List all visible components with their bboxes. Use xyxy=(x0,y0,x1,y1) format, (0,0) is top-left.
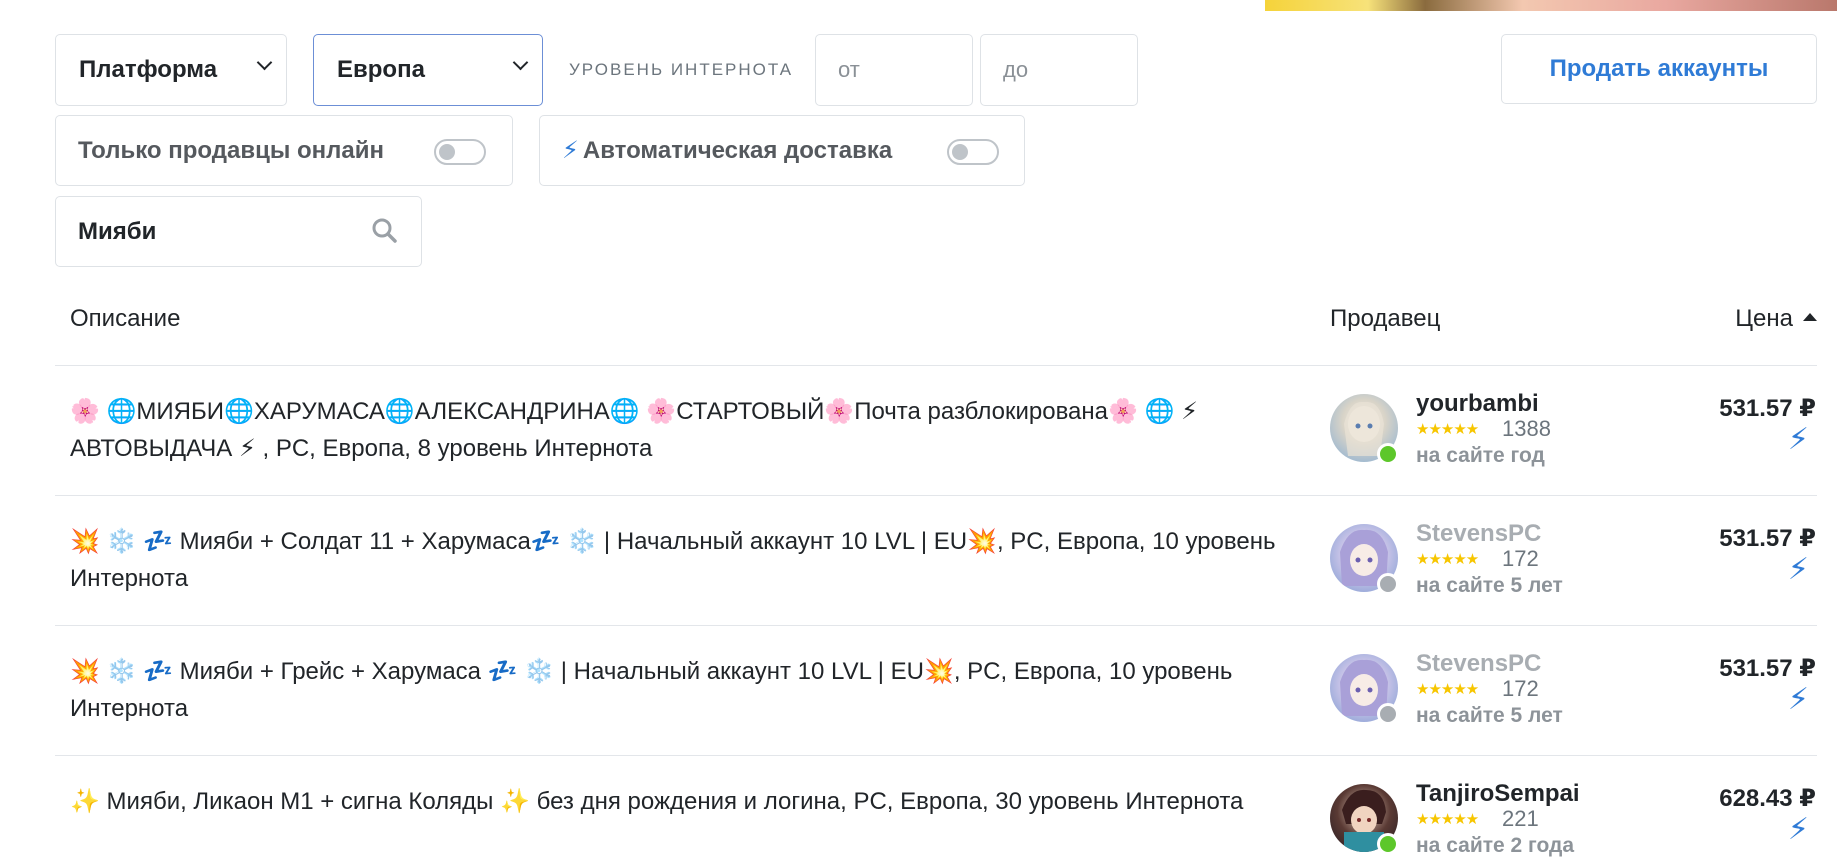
level-from-input[interactable]: от xyxy=(815,34,973,106)
price-header-label: Цена xyxy=(1735,305,1793,332)
rating-stars: ★★★★★ xyxy=(1416,551,1479,568)
table-row[interactable]: 🌸 🌐МИЯБИ🌐ХАРУМАСА🌐АЛЕКСАНДРИНА🌐 🌸СТАРТОВ… xyxy=(0,366,1837,496)
auto-delivery-filter[interactable]: ⚡ Автоматическая доставка xyxy=(539,115,1025,186)
seller-name[interactable]: yourbambi xyxy=(1416,390,1539,418)
rating-count: 172 xyxy=(1502,546,1539,571)
level-to-input[interactable]: до xyxy=(980,34,1138,106)
sort-ascending-icon xyxy=(1803,312,1817,321)
seller-since: на сайте 5 лет xyxy=(1416,704,1563,727)
seller-since: на сайте год xyxy=(1416,444,1545,467)
listing-description[interactable]: 💥 ❄️ 💤 Мияби + Солдат 11 + Харумаса💤 ❄️ … xyxy=(70,523,1290,597)
offline-status-indicator xyxy=(1377,573,1399,595)
region-select[interactable]: Европа xyxy=(313,34,543,106)
listing-price: 531.57 ₽ xyxy=(1719,395,1816,422)
chevron-down-icon xyxy=(256,54,273,71)
lightning-bolt-icon: ⚡ xyxy=(1787,683,1809,716)
search-icon[interactable] xyxy=(371,217,397,243)
online-only-label: Только продавцы онлайн xyxy=(78,136,384,164)
rating-count: 221 xyxy=(1502,806,1539,831)
rating-count: 1388 xyxy=(1502,416,1551,441)
seller-since: на сайте 5 лет xyxy=(1416,574,1563,597)
listing-description[interactable]: ✨ Мияби, Ликаон М1 + сигна Коляды ✨ без … xyxy=(70,783,1290,820)
seller-name[interactable]: StevensPC xyxy=(1416,520,1541,548)
chevron-down-icon xyxy=(512,54,529,71)
top-banner-image xyxy=(1265,0,1837,11)
online-only-toggle[interactable] xyxy=(434,139,486,165)
listing-price: 531.57 ₽ xyxy=(1719,525,1816,552)
level-from-placeholder: от xyxy=(838,57,860,82)
offline-status-indicator xyxy=(1377,703,1399,725)
internet-level-label: УРОВЕНЬ ИНТЕРНОТА xyxy=(569,60,794,79)
lightning-bolt-icon: ⚡ xyxy=(1787,553,1809,586)
sell-accounts-label: Продать аккаунты xyxy=(1549,55,1769,82)
online-status-indicator xyxy=(1377,443,1399,465)
table-row[interactable]: ✨ Мияби, Ликаон М1 + сигна Коляды ✨ без … xyxy=(0,756,1837,863)
rating-stars: ★★★★★ xyxy=(1416,681,1479,698)
auto-delivery-label: Автоматическая доставка xyxy=(582,136,893,164)
region-select-value: Европа xyxy=(337,56,425,83)
rating-stars: ★★★★★ xyxy=(1416,811,1479,828)
online-only-filter[interactable]: Только продавцы онлайн xyxy=(55,115,513,186)
column-header-price[interactable]: Цена xyxy=(1735,305,1817,333)
table-row[interactable]: 💥 ❄️ 💤 Мияби + Грейс + Харумаса 💤 ❄️ | Н… xyxy=(0,626,1837,756)
online-status-indicator xyxy=(1377,833,1399,855)
level-to-placeholder: до xyxy=(1003,57,1029,82)
lightning-bolt-icon: ⚡ xyxy=(562,137,579,164)
rating-stars: ★★★★★ xyxy=(1416,421,1479,438)
platform-select[interactable]: Платформа xyxy=(55,34,287,106)
listing-price: 628.43 ₽ xyxy=(1719,785,1816,812)
lightning-bolt-icon: ⚡ xyxy=(1787,813,1809,846)
auto-delivery-toggle[interactable] xyxy=(947,139,999,165)
search-value: Мияби xyxy=(78,217,157,245)
column-header-description: Описание xyxy=(70,305,181,332)
platform-select-value: Платформа xyxy=(79,56,218,83)
sell-accounts-button[interactable]: Продать аккаунты xyxy=(1501,34,1817,104)
column-header-seller: Продавец xyxy=(1330,305,1441,332)
table-row[interactable]: 💥 ❄️ 💤 Мияби + Солдат 11 + Харумаса💤 ❄️ … xyxy=(0,496,1837,626)
listing-price: 531.57 ₽ xyxy=(1719,655,1816,682)
seller-since: на сайте 2 года xyxy=(1416,834,1575,857)
listing-description[interactable]: 💥 ❄️ 💤 Мияби + Грейс + Харумаса 💤 ❄️ | Н… xyxy=(70,653,1290,727)
rating-count: 172 xyxy=(1502,676,1539,701)
lightning-bolt-icon: ⚡ xyxy=(1787,423,1809,456)
seller-name[interactable]: TanjiroSempai xyxy=(1416,780,1580,808)
listing-description[interactable]: 🌸 🌐МИЯБИ🌐ХАРУМАСА🌐АЛЕКСАНДРИНА🌐 🌸СТАРТОВ… xyxy=(70,393,1290,467)
seller-name[interactable]: StevensPC xyxy=(1416,650,1541,678)
search-input[interactable]: Мияби xyxy=(55,196,422,267)
